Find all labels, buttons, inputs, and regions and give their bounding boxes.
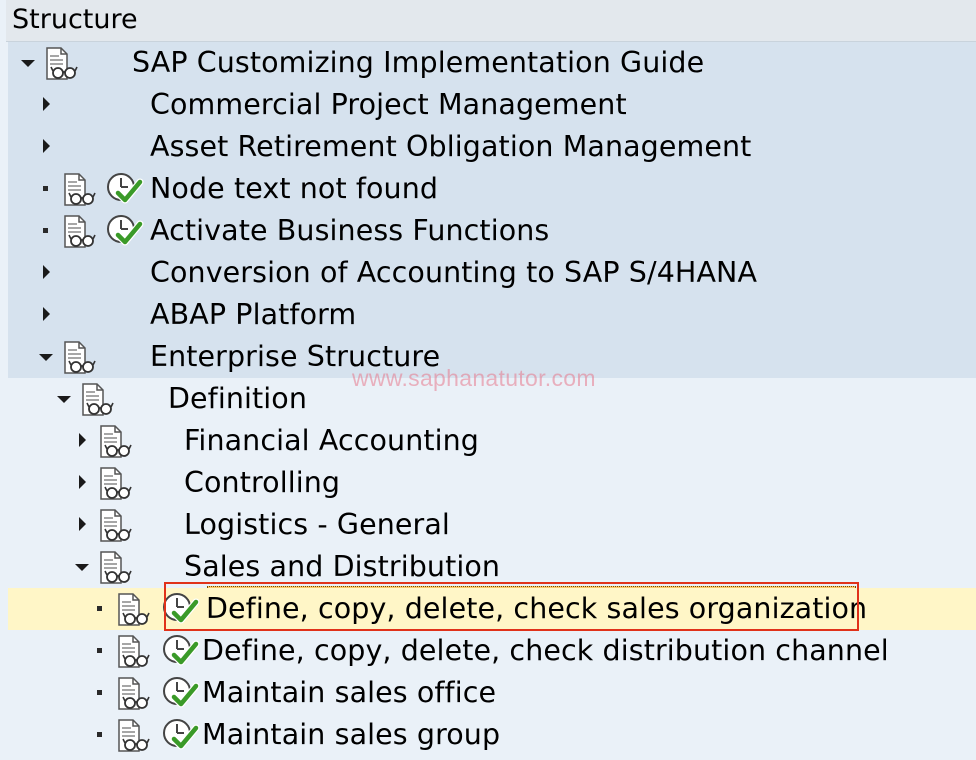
collapse-arrow-icon[interactable] (56, 390, 74, 408)
documentation-glasses-icon[interactable] (116, 593, 152, 627)
tree-node-controlling[interactable]: Controlling (8, 462, 976, 504)
tree-node-commercial-project-management[interactable]: Commercial Project Management (8, 84, 976, 126)
collapse-arrow-icon[interactable] (38, 348, 56, 366)
documentation-glasses-icon[interactable] (98, 425, 134, 459)
selection-annotation-box (164, 582, 859, 631)
tree-node-abap-platform[interactable]: ABAP Platform (8, 294, 976, 336)
documentation-glasses-icon[interactable] (62, 215, 98, 249)
tree-node-label[interactable]: Sales and Distribution (184, 548, 500, 586)
expand-arrow-icon[interactable] (38, 306, 56, 324)
tree-node-node-text-not-found[interactable]: Node text not found (8, 168, 976, 210)
execute-activity-clock-check-icon[interactable] (160, 675, 200, 711)
tree-node-label[interactable]: Financial Accounting (184, 422, 479, 460)
expand-arrow-icon[interactable] (38, 264, 56, 282)
tree-node-maintain-sales-office[interactable]: Maintain sales office (8, 672, 976, 714)
tree-node-sap-customizing-implementation-guide[interactable]: SAP Customizing Implementation Guide (8, 42, 976, 84)
tree-node-define-copy-delete-check-distribution-channel[interactable]: Define, copy, delete, check distribution… (8, 630, 976, 672)
tree-node-label[interactable]: SAP Customizing Implementation Guide (132, 44, 704, 82)
leaf-bullet-icon (92, 684, 110, 702)
documentation-glasses-icon[interactable] (98, 551, 134, 585)
execute-activity-clock-check-icon[interactable] (160, 633, 200, 669)
tree-node-activate-business-functions[interactable]: Activate Business Functions (8, 210, 976, 252)
tree-node-label[interactable]: Commercial Project Management (150, 86, 627, 124)
tree-node-label[interactable]: Maintain sales group (202, 716, 500, 754)
tree-node-label[interactable]: Maintain sales office (202, 674, 496, 712)
documentation-glasses-icon[interactable] (44, 47, 80, 81)
tree-node-label[interactable]: Controlling (184, 464, 340, 502)
leaf-bullet-icon (38, 180, 56, 198)
tree-node-label[interactable]: Conversion of Accounting to SAP S/4HANA (150, 254, 757, 292)
watermark: www.saphanatutor.com (352, 365, 596, 391)
collapse-arrow-icon[interactable] (74, 558, 92, 576)
documentation-glasses-icon[interactable] (116, 635, 152, 669)
structure-header-label: Structure (12, 4, 138, 35)
expand-arrow-icon[interactable] (38, 96, 56, 114)
leaf-bullet-icon (38, 222, 56, 240)
leaf-bullet-icon (92, 726, 110, 744)
documentation-glasses-icon[interactable] (116, 719, 152, 753)
execute-activity-clock-check-icon[interactable] (104, 213, 144, 249)
expand-arrow-icon[interactable] (38, 138, 56, 156)
tree-node-label[interactable]: Node text not found (150, 170, 438, 208)
documentation-glasses-icon[interactable] (62, 173, 98, 207)
tree-node-label[interactable]: Asset Retirement Obligation Management (150, 128, 751, 166)
structure-header: Structure (6, 0, 976, 42)
tree-node-asset-retirement-obligation-management[interactable]: Asset Retirement Obligation Management (8, 126, 976, 168)
tree-node-maintain-sales-group[interactable]: Maintain sales group (8, 714, 976, 756)
tree-node-label[interactable]: Define, copy, delete, check distribution… (202, 632, 889, 670)
leaf-bullet-icon (92, 600, 110, 618)
documentation-glasses-icon[interactable] (80, 383, 116, 417)
tree-node-financial-accounting[interactable]: Financial Accounting (8, 420, 976, 462)
leaf-bullet-icon (92, 642, 110, 660)
tree-node-label[interactable]: Activate Business Functions (150, 212, 549, 250)
documentation-glasses-icon[interactable] (98, 509, 134, 543)
documentation-glasses-icon[interactable] (62, 341, 98, 375)
execute-activity-clock-check-icon[interactable] (104, 171, 144, 207)
tree-node-label[interactable]: ABAP Platform (150, 296, 356, 334)
expand-arrow-icon[interactable] (74, 474, 92, 492)
expand-arrow-icon[interactable] (74, 432, 92, 450)
collapse-arrow-icon[interactable] (20, 54, 38, 72)
structure-tree-panel: Structure SAP Customizing Implementation… (0, 0, 976, 760)
documentation-glasses-icon[interactable] (116, 677, 152, 711)
tree-node-label[interactable]: Logistics - General (184, 506, 450, 544)
tree-node-conversion-of-accounting-to-sap-s-4hana[interactable]: Conversion of Accounting to SAP S/4HANA (8, 252, 976, 294)
tree-node-logistics-general[interactable]: Logistics - General (8, 504, 976, 546)
tree-node-label[interactable]: Definition (168, 380, 307, 418)
expand-arrow-icon[interactable] (74, 516, 92, 534)
documentation-glasses-icon[interactable] (98, 467, 134, 501)
execute-activity-clock-check-icon[interactable] (160, 717, 200, 753)
